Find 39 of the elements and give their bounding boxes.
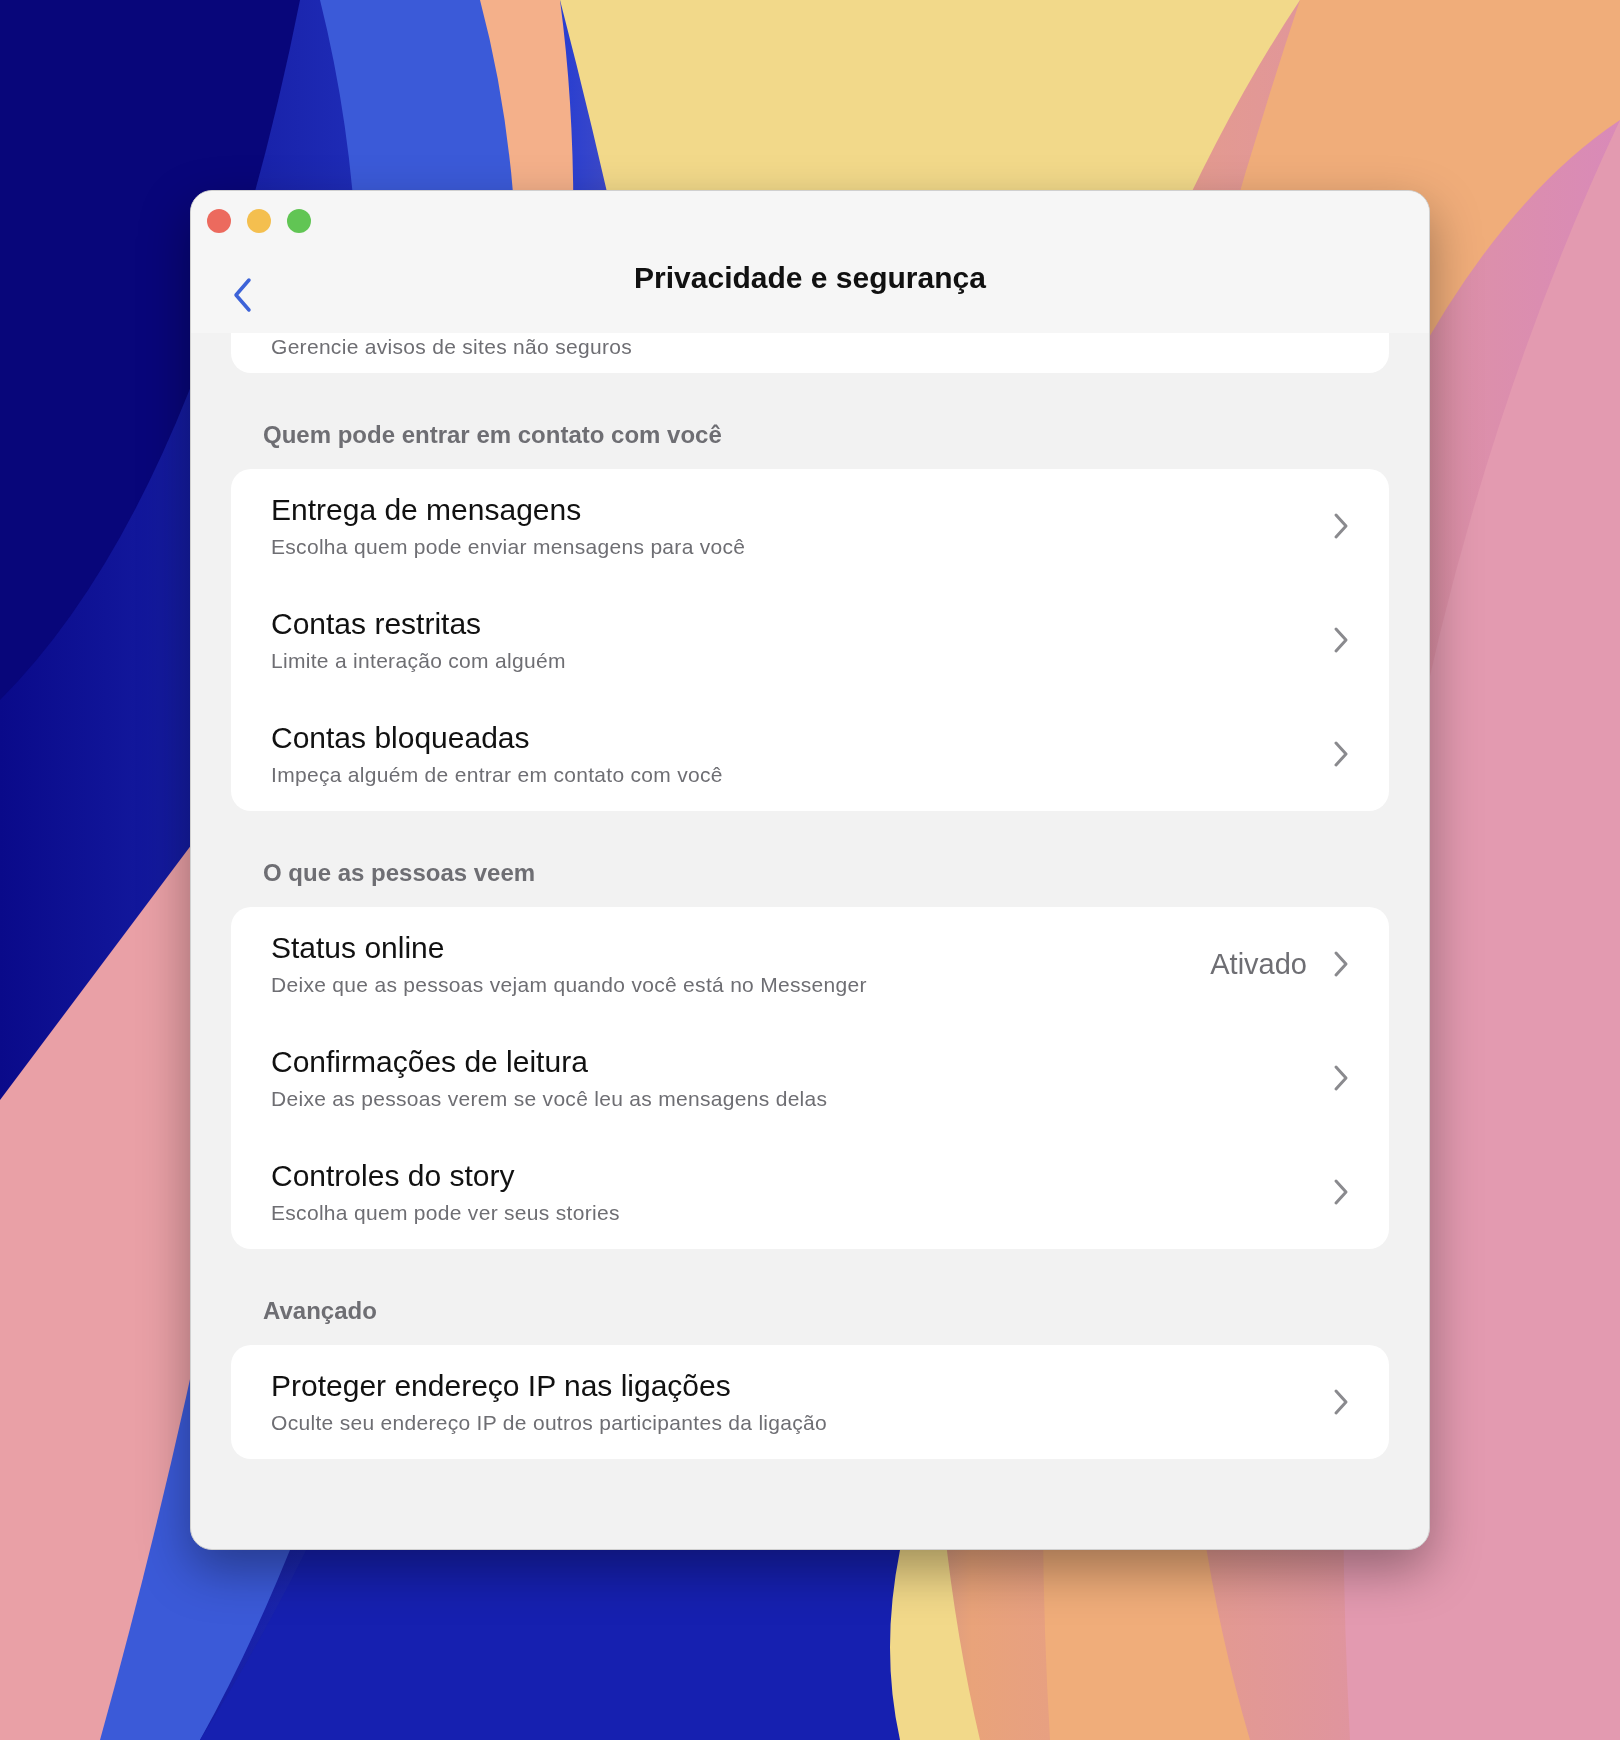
- settings-row[interactable]: Status online Deixe que as pessoas vejam quando você está no Messenger Ativado: [231, 907, 1389, 1021]
- chevron-right-icon: [1333, 626, 1349, 654]
- settings-row[interactable]: Entrega de mensagens Escolha quem pode enviar mensagens para você: [231, 469, 1389, 583]
- row-title: Contas bloqueadas: [271, 721, 531, 755]
- row-subtitle: Deixe que as pessoas vejam quando você está no Messenger: [271, 973, 868, 997]
- section-header: O que as pessoas veem: [262, 859, 537, 887]
- settings-row[interactable]: Proteger endereço IP nas ligações Oculte seu endereço IP de outros participantes da ligação: [231, 1345, 1389, 1459]
- minimize-button[interactable]: [247, 209, 271, 233]
- chevron-right-icon: [1333, 1064, 1349, 1092]
- row-title: Confirmações de leitura: [271, 1045, 589, 1079]
- row-title: Entrega de mensagens: [271, 493, 583, 527]
- row-value: Ativado: [1210, 947, 1307, 981]
- row-subtitle: Oculte seu endereço IP de outros participantes da ligação: [271, 1411, 829, 1435]
- back-button[interactable]: [231, 277, 253, 313]
- settings-row[interactable]: Contas bloqueadas Impeça alguém de entrar em contato com você: [231, 697, 1389, 811]
- row-subtitle: Escolha quem pode ver seus stories: [271, 1201, 621, 1225]
- row-title: Controles do story: [271, 1159, 516, 1193]
- chevron-right-icon: [1333, 740, 1349, 768]
- section-header: Avançado: [262, 1297, 378, 1325]
- row-subtitle: Limite a interação com alguém: [271, 649, 567, 673]
- row-subtitle: Deixe as pessoas verem se você leu as mensagens delas: [271, 1087, 829, 1111]
- close-button[interactable]: [207, 209, 231, 233]
- chevron-right-icon: [1333, 1178, 1349, 1206]
- row-subtitle: Escolha quem pode enviar mensagens para você: [271, 535, 747, 559]
- zoom-button[interactable]: [287, 209, 311, 233]
- settings-row[interactable]: Controles do story Escolha quem pode ver seus stories: [231, 1135, 1389, 1249]
- chevron-right-icon: [1333, 1388, 1349, 1416]
- settings-row[interactable]: Confirmações de leitura Deixe as pessoas verem se você leu as mensagens delas: [231, 1021, 1389, 1135]
- section-header: Quem pode entrar em contato com você: [262, 421, 723, 449]
- row-subtitle: Gerencie avisos de sites não seguros: [271, 335, 632, 358]
- row-title: Contas restritas: [271, 607, 483, 641]
- row-subtitle: Impeça alguém de entrar em contato com você: [271, 763, 724, 787]
- settings-row[interactable]: Contas restritas Limite a interação com alguém: [231, 583, 1389, 697]
- chevron-right-icon: [1333, 512, 1349, 540]
- window-title: Privacidade e segurança: [634, 261, 986, 294]
- back-icon: [231, 277, 253, 313]
- row-title: Status online: [271, 931, 446, 965]
- chevron-right-icon: [1333, 950, 1349, 978]
- row-title: Proteger endereço IP nas ligações: [271, 1369, 732, 1403]
